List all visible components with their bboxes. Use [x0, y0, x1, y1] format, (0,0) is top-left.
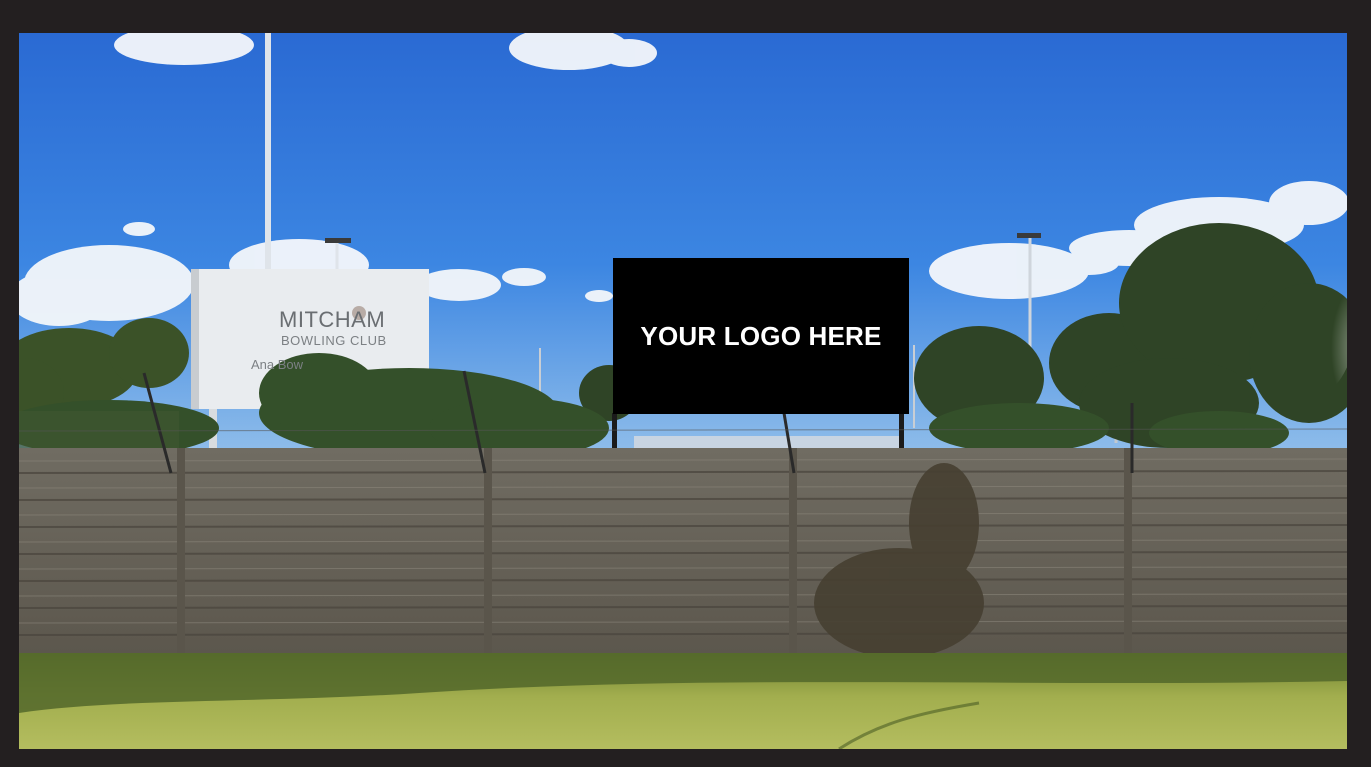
club-sign-name: MITCHAM [279, 307, 386, 332]
club-sign-line3: Ana Bow [251, 357, 304, 372]
logo-billboard: YOUR LOGO HERE [613, 258, 909, 414]
club-sign-subtitle: BOWLING CLUB [281, 333, 387, 348]
road [634, 436, 904, 448]
lamp-head [325, 238, 351, 243]
billboard-post [612, 413, 617, 453]
lamp-head [1017, 233, 1041, 238]
image-frame: MITCHAM BOWLING CLUB Ana Bow YOUR LOGO H… [0, 0, 1371, 767]
logo-placeholder-text: YOUR LOGO HERE [640, 320, 882, 351]
billboard-post [899, 413, 904, 453]
